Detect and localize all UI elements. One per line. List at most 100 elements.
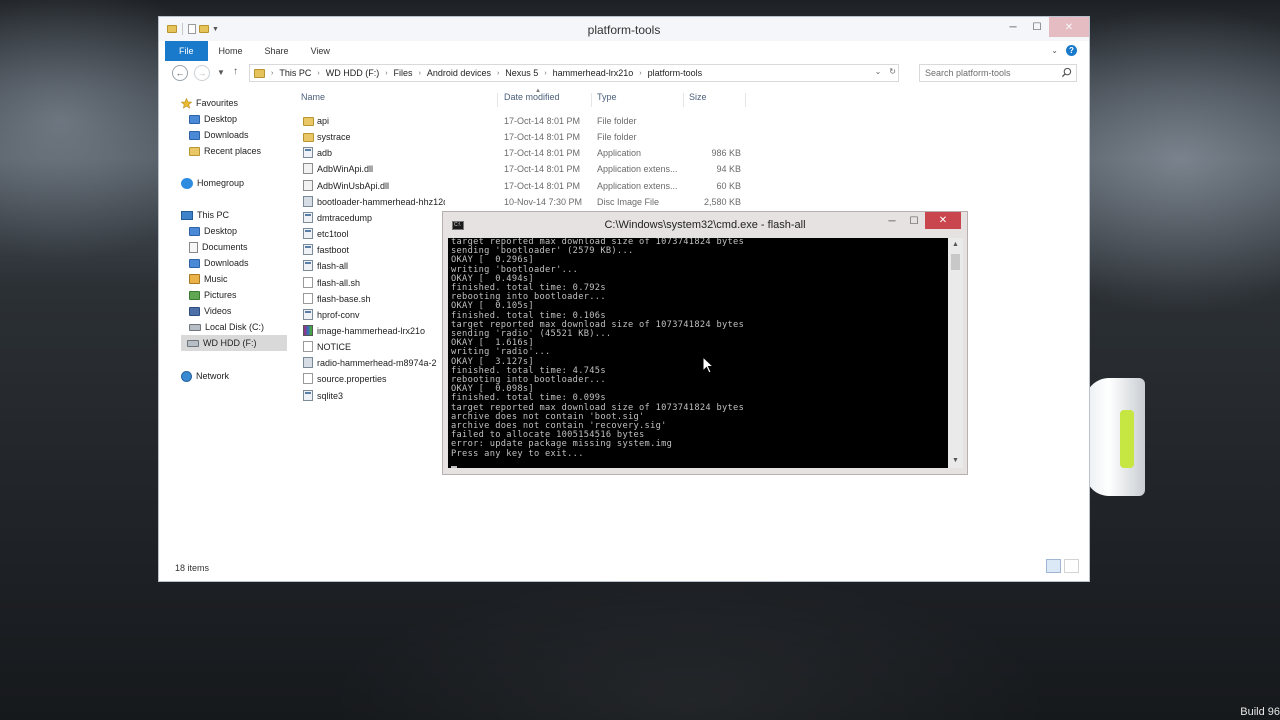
file-date-modified: 17-Oct-14 8:01 PM [504,180,581,191]
console-prompt [448,459,948,468]
console-scrollbar[interactable]: ▲ ▼ [948,238,963,468]
chevron-right-icon[interactable]: › [385,70,387,77]
column-divider[interactable] [591,93,592,107]
file-row[interactable]: AdbWinApi.dll 17-Oct-14 8:01 PM Applicatio… [299,161,899,177]
cmd-maximize-button[interactable]: ☐ [903,212,925,230]
computer-icon [181,210,193,220]
breadcrumb-hammerhead[interactable]: hammerhead-lrx21o [553,68,634,78]
column-header-date[interactable]: Date modified [504,92,560,102]
folder-icon [303,133,314,143]
chevron-right-icon[interactable]: › [419,70,421,77]
documents-icon [189,241,198,253]
file-name: systrace [317,132,351,143]
breadcrumb-android-devices[interactable]: Android devices [427,68,491,78]
breadcrumb-this-pc[interactable]: This PC [279,68,311,78]
nav-label: Homegroup [197,178,245,188]
minimize-button[interactable]: ─ [1001,17,1025,37]
console-output[interactable]: target reported max download size of 107… [448,238,948,468]
explorer-titlebar[interactable]: ▼ platform-tools ─ ☐ ✕ [159,17,1089,41]
file-row[interactable]: bootloader-hammerhead-hhz12d 10-Nov-14 7:… [299,194,899,210]
tab-view[interactable]: View [300,41,341,61]
nav-fav-desktop[interactable]: Desktop [189,111,237,127]
file-size: 2,580 KB [703,196,741,207]
large-icons-view-button[interactable] [1064,559,1079,573]
cmd-close-button[interactable]: ✕ [925,212,961,229]
file-name: adb [317,148,333,159]
nav-fav-downloads[interactable]: Downloads [189,127,249,143]
tab-file[interactable]: File [165,41,208,61]
file-row[interactable]: api 17-Oct-14 8:01 PM File folder [299,113,899,129]
breadcrumb-files[interactable]: Files [394,68,413,78]
scroll-thumb[interactable] [951,254,960,270]
window-controls: ─ ☐ ✕ [1001,17,1089,37]
chevron-right-icon[interactable]: › [497,70,499,77]
nav-label: Network [196,371,230,381]
file-size: 94 KB [716,164,741,175]
nav-pc-desktop[interactable]: Desktop [189,223,237,239]
chevron-right-icon[interactable]: › [271,70,273,77]
file-date-modified: 17-Oct-14 8:01 PM [504,148,581,159]
window-title: platform-tools [587,23,661,37]
cmd-titlebar[interactable]: C:\ C:\Windows\system32\cmd.exe - flash-… [443,212,967,238]
forward-button[interactable]: → [194,65,210,81]
nav-label: This PC [197,210,230,220]
chevron-right-icon[interactable]: › [639,70,641,77]
application-icon [303,244,313,256]
back-button[interactable]: ← [172,65,188,81]
address-bar[interactable]: › This PC › WD HDD (F:) › Files › Androi… [249,64,899,82]
nav-pc-local-disk[interactable]: Local Disk (C:) [189,319,264,335]
nav-network[interactable]: Network [181,368,229,384]
details-view-button[interactable] [1046,559,1061,573]
nav-pc-pictures[interactable]: Pictures [189,287,237,303]
file-row[interactable]: AdbWinUsbApi.dll 17-Oct-14 8:01 PM Applica… [299,178,899,194]
drive-icon [189,323,201,331]
recent-locations-icon[interactable]: ▼ [217,68,225,77]
up-button[interactable]: ↑ [233,66,238,77]
file-name: etc1tool [317,229,349,240]
nav-pc-documents[interactable]: Documents [189,239,248,255]
chevron-right-icon[interactable]: › [317,70,319,77]
column-divider[interactable] [683,93,684,107]
file-name: NOTICE [317,342,352,353]
refresh-icon[interactable]: ↻ [889,67,896,76]
search-icon[interactable] [1061,67,1072,78]
close-button[interactable]: ✕ [1049,17,1089,37]
cmd-window[interactable]: C:\ C:\Windows\system32\cmd.exe - flash-… [442,211,968,475]
scroll-up-icon[interactable]: ▲ [948,238,963,252]
tab-share[interactable]: Share [254,41,300,61]
nav-pc-videos[interactable]: Videos [189,303,231,319]
breadcrumb-wd-hdd[interactable]: WD HDD (F:) [326,68,380,78]
desktop-icon [189,114,200,124]
tab-home[interactable]: Home [208,41,254,61]
column-divider[interactable] [497,93,498,107]
build-watermark: Build 96 [1240,706,1280,718]
maximize-button[interactable]: ☐ [1025,17,1049,37]
downloads-icon [189,130,200,140]
file-row[interactable]: adb 17-Oct-14 8:01 PM Application 986 KB [299,145,899,161]
recent-places-icon [189,146,200,156]
column-header-name[interactable]: Name [301,92,325,102]
address-dropdown-icon[interactable]: ⌄ [875,67,882,76]
column-header-size[interactable]: Size [689,92,707,102]
nav-pc-wd-hdd[interactable]: WD HDD (F:) [181,335,287,351]
breadcrumb-nexus-5[interactable]: Nexus 5 [505,68,538,78]
file-row[interactable]: systrace 17-Oct-14 8:01 PM File folder [299,129,899,145]
nav-homegroup[interactable]: Homegroup [181,175,244,191]
scroll-down-icon[interactable]: ▼ [948,454,963,468]
nav-pc-music[interactable]: Music [189,271,228,287]
column-header-type[interactable]: Type [597,92,617,102]
help-icon[interactable]: ? [1066,45,1077,56]
drive-icon [187,339,199,347]
nav-pc-downloads[interactable]: Downloads [189,255,249,271]
nav-fav-recent-places[interactable]: Recent places [189,143,261,159]
chevron-right-icon[interactable]: › [544,70,546,77]
column-divider[interactable] [745,93,746,107]
search-box[interactable]: Search platform-tools [919,64,1077,82]
expand-ribbon-icon[interactable]: ⌄ [1051,46,1058,55]
blank-file-icon [303,276,313,288]
music-icon [189,274,200,284]
cmd-minimize-button[interactable]: ─ [881,212,903,230]
breadcrumb-platform-tools[interactable]: platform-tools [648,68,703,78]
nav-this-pc[interactable]: This PC [181,207,229,223]
nav-favourites[interactable]: Favourites [181,95,238,111]
